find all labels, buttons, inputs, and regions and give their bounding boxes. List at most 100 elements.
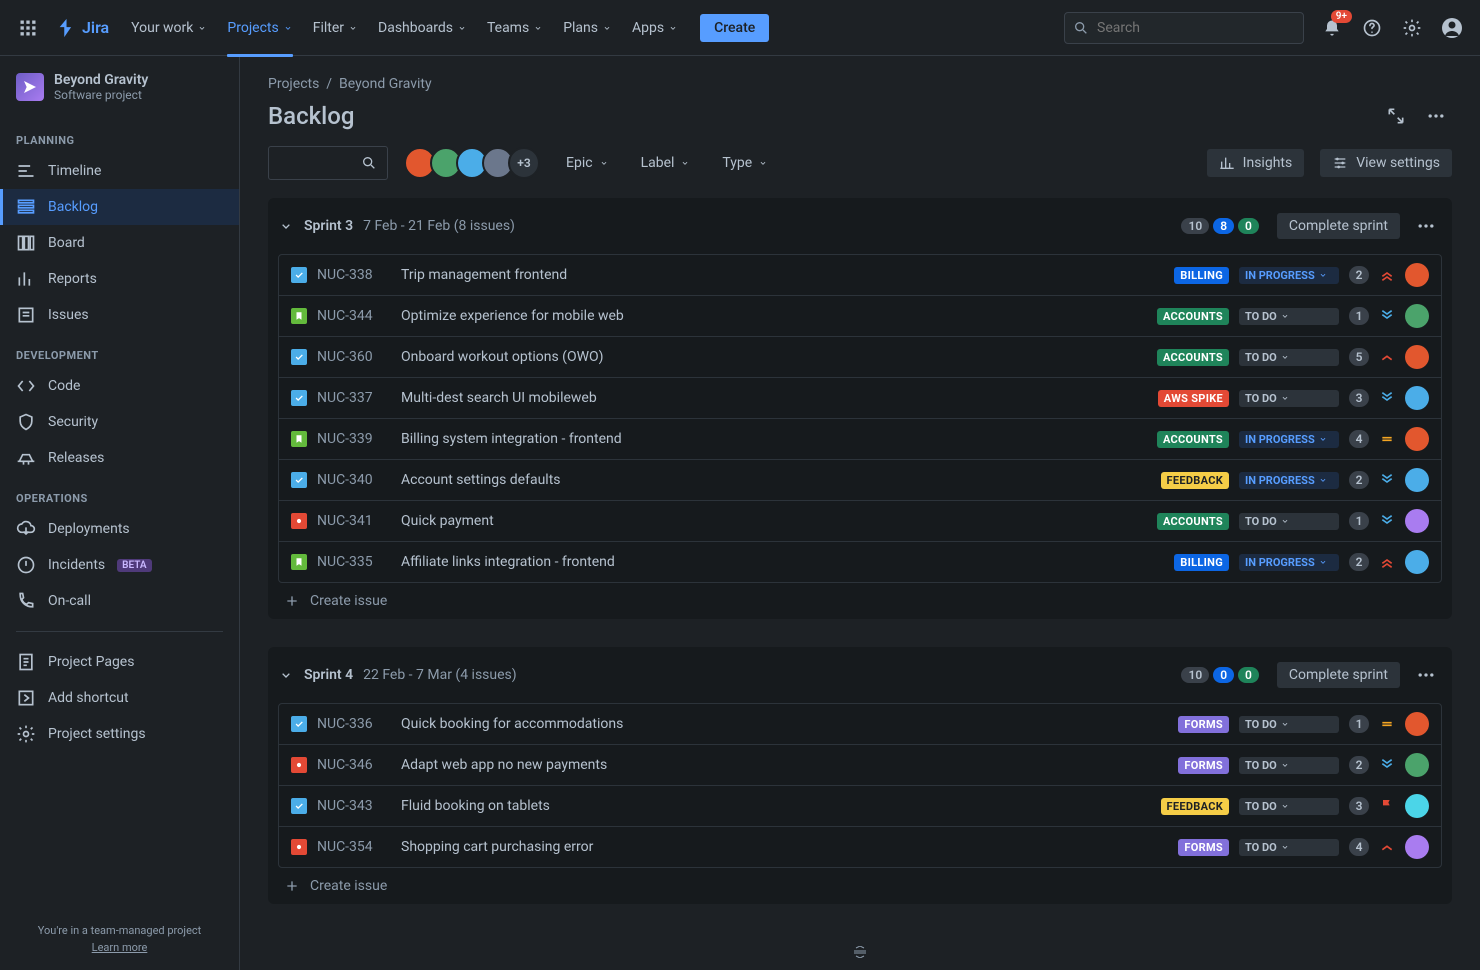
sprint-more-icon[interactable] — [1410, 210, 1442, 242]
resize-handle-icon[interactable] — [852, 946, 868, 962]
profile-icon[interactable] — [1436, 12, 1468, 44]
assignee-avatar[interactable] — [1405, 427, 1429, 451]
issue-row[interactable]: NUC-344 Optimize experience for mobile w… — [279, 296, 1441, 337]
sidebar-item-incidents[interactable]: IncidentsBETA — [0, 547, 239, 583]
epic-badge[interactable]: ACCOUNTS — [1157, 349, 1229, 366]
sidebar-item-project-pages[interactable]: Project Pages — [0, 644, 239, 680]
sidebar-item-board[interactable]: Board — [0, 225, 239, 261]
sidebar-item-releases[interactable]: Releases — [0, 440, 239, 476]
jira-logo[interactable]: Jira — [48, 17, 117, 39]
issue-row[interactable]: NUC-341 Quick payment ACCOUNTS TO DO 1 — [279, 501, 1441, 542]
assignee-avatar[interactable] — [1405, 509, 1429, 533]
epic-badge[interactable]: ACCOUNTS — [1157, 513, 1229, 530]
status-dropdown[interactable]: IN PROGRESS — [1239, 267, 1339, 284]
more-actions-icon[interactable] — [1420, 100, 1452, 132]
sidebar-item-project-settings[interactable]: Project settings — [0, 716, 239, 752]
issue-row[interactable]: NUC-336 Quick booking for accommodations… — [279, 704, 1441, 745]
issue-row[interactable]: NUC-338 Trip management frontend BILLING… — [279, 255, 1441, 296]
status-dropdown[interactable]: TO DO — [1239, 308, 1339, 325]
chevron-down-icon[interactable] — [278, 218, 294, 234]
create-issue-button[interactable]: Create issue — [268, 868, 1452, 904]
project-header[interactable]: Beyond Gravity Software project — [0, 72, 239, 118]
sidebar-item-deployments[interactable]: Deployments — [0, 511, 239, 547]
avatar-more[interactable]: +3 — [508, 147, 540, 179]
assignee-avatar[interactable] — [1405, 345, 1429, 369]
epic-badge[interactable]: FORMS — [1178, 839, 1229, 856]
epic-badge[interactable]: AWS SPIKE — [1158, 390, 1229, 407]
sidebar-item-backlog[interactable]: Backlog — [0, 189, 239, 225]
assignee-filter[interactable]: +3 — [404, 147, 540, 179]
issue-row[interactable]: NUC-339 Billing system integration - fro… — [279, 419, 1441, 460]
nav-your-work[interactable]: Your work — [121, 12, 217, 44]
sidebar-item-security[interactable]: Security — [0, 404, 239, 440]
assignee-avatar[interactable] — [1405, 753, 1429, 777]
assignee-avatar[interactable] — [1405, 304, 1429, 328]
nav-projects[interactable]: Projects — [217, 12, 302, 44]
assignee-avatar[interactable] — [1405, 468, 1429, 492]
epic-badge[interactable]: ACCOUNTS — [1157, 308, 1229, 325]
status-dropdown[interactable]: IN PROGRESS — [1239, 472, 1339, 489]
assignee-avatar[interactable] — [1405, 550, 1429, 574]
sidebar-item-code[interactable]: Code — [0, 368, 239, 404]
status-dropdown[interactable]: TO DO — [1239, 513, 1339, 530]
assignee-avatar[interactable] — [1405, 794, 1429, 818]
sidebar-item-on-call[interactable]: On-call — [0, 583, 239, 619]
epic-badge[interactable]: BILLING — [1174, 554, 1229, 571]
filter-epic[interactable]: Epic — [556, 149, 619, 177]
status-dropdown[interactable]: TO DO — [1239, 716, 1339, 733]
epic-badge[interactable]: FORMS — [1178, 757, 1229, 774]
breadcrumb-projects[interactable]: Projects — [268, 76, 319, 92]
status-dropdown[interactable]: TO DO — [1239, 390, 1339, 407]
status-dropdown[interactable]: IN PROGRESS — [1239, 431, 1339, 448]
nav-plans[interactable]: Plans — [553, 12, 622, 44]
assignee-avatar[interactable] — [1405, 386, 1429, 410]
nav-teams[interactable]: Teams — [477, 12, 553, 44]
issue-row[interactable]: NUC-340 Account settings defaults FEEDBA… — [279, 460, 1441, 501]
nav-filter[interactable]: Filter — [303, 12, 368, 44]
global-search[interactable] — [1064, 12, 1304, 44]
filter-type[interactable]: Type — [712, 149, 778, 177]
epic-badge[interactable]: FORMS — [1178, 716, 1229, 733]
issue-row[interactable]: NUC-343 Fluid booking on tablets FEEDBAC… — [279, 786, 1441, 827]
sidebar-item-reports[interactable]: Reports — [0, 261, 239, 297]
expand-icon[interactable] — [1380, 100, 1412, 132]
search-input[interactable] — [1097, 20, 1295, 36]
status-dropdown[interactable]: IN PROGRESS — [1239, 554, 1339, 571]
app-switcher-icon[interactable] — [12, 12, 44, 44]
status-dropdown[interactable]: TO DO — [1239, 839, 1339, 856]
epic-badge[interactable]: ACCOUNTS — [1157, 431, 1229, 448]
status-dropdown[interactable]: TO DO — [1239, 349, 1339, 366]
epic-badge[interactable]: FEEDBACK — [1161, 472, 1229, 489]
backlog-search[interactable] — [268, 146, 388, 180]
assignee-avatar[interactable] — [1405, 712, 1429, 736]
chevron-down-icon[interactable] — [278, 667, 294, 683]
filter-label[interactable]: Label — [631, 149, 701, 177]
nav-apps[interactable]: Apps — [622, 12, 688, 44]
issue-row[interactable]: NUC-360 Onboard workout options (OWO) AC… — [279, 337, 1441, 378]
assignee-avatar[interactable] — [1405, 835, 1429, 859]
epic-badge[interactable]: FEEDBACK — [1161, 798, 1229, 815]
breadcrumb-project[interactable]: Beyond Gravity — [339, 76, 432, 92]
issue-row[interactable]: NUC-335 Affiliate links integration - fr… — [279, 542, 1441, 582]
assignee-avatar[interactable] — [1405, 263, 1429, 287]
view-settings-button[interactable]: View settings — [1320, 149, 1452, 177]
issue-row[interactable]: NUC-354 Shopping cart purchasing error F… — [279, 827, 1441, 867]
insights-button[interactable]: Insights — [1207, 149, 1305, 177]
complete-sprint-button[interactable]: Complete sprint — [1277, 213, 1400, 239]
issue-row[interactable]: NUC-337 Multi-dest search UI mobileweb A… — [279, 378, 1441, 419]
nav-dashboards[interactable]: Dashboards — [368, 12, 477, 44]
sidebar-item-issues[interactable]: Issues — [0, 297, 239, 333]
sprint-more-icon[interactable] — [1410, 659, 1442, 691]
help-icon[interactable] — [1356, 12, 1388, 44]
notifications-icon[interactable]: 9+ — [1316, 12, 1348, 44]
create-issue-button[interactable]: Create issue — [268, 583, 1452, 619]
settings-icon[interactable] — [1396, 12, 1428, 44]
sidebar-learn-more-link[interactable]: Learn more — [16, 941, 223, 954]
sidebar-item-add-shortcut[interactable]: Add shortcut — [0, 680, 239, 716]
issue-row[interactable]: NUC-346 Adapt web app no new payments FO… — [279, 745, 1441, 786]
status-dropdown[interactable]: TO DO — [1239, 757, 1339, 774]
epic-badge[interactable]: BILLING — [1174, 267, 1229, 284]
complete-sprint-button[interactable]: Complete sprint — [1277, 662, 1400, 688]
create-button[interactable]: Create — [700, 14, 769, 42]
status-dropdown[interactable]: TO DO — [1239, 798, 1339, 815]
